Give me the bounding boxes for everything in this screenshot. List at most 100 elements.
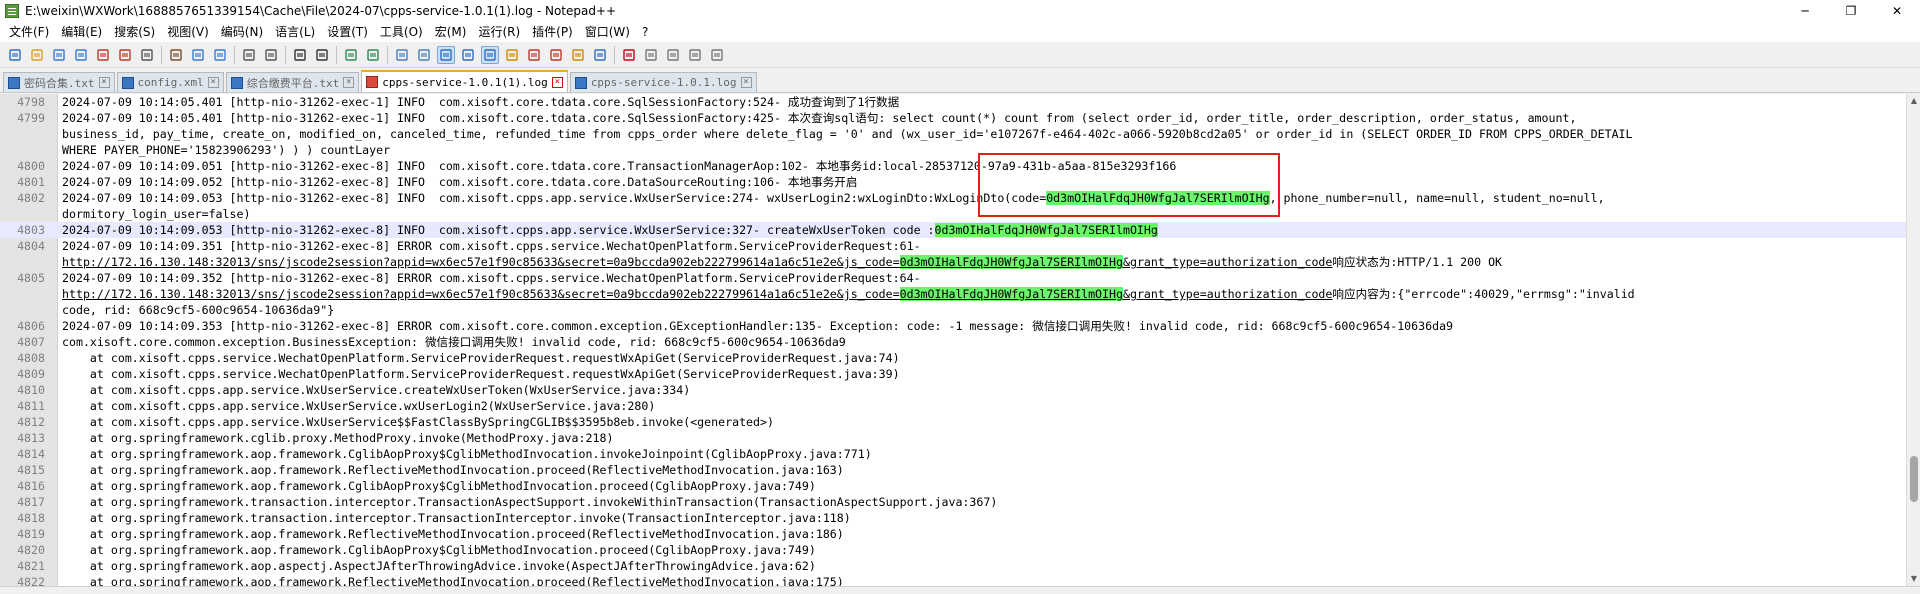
menu-item-10[interactable]: 插件(P) (526, 22, 579, 42)
record-macro-icon[interactable] (620, 46, 638, 64)
editor-line[interactable]: 4801 2024-07-09 10:14:09.052 [http-nio-31… (0, 174, 1906, 190)
tab-3[interactable]: cpps-service-1.0.1(1).log × (361, 70, 568, 92)
run-macro-multiple-icon[interactable] (686, 46, 704, 64)
find-icon[interactable] (291, 46, 309, 64)
scroll-down-icon[interactable]: ▼ (1907, 572, 1920, 586)
udl-icon[interactable] (503, 46, 521, 64)
sync-vertical-icon[interactable] (393, 46, 411, 64)
editor-line[interactable]: 4817 at org.springframework.transaction.… (0, 494, 1906, 510)
redo-icon[interactable] (262, 46, 280, 64)
editor-line[interactable]: 4798 2024-07-09 10:14:05.401 [http-nio-31… (0, 94, 1906, 110)
menu-item-4[interactable]: 编码(N) (215, 22, 269, 42)
editor-line[interactable]: 4818 at org.springframework.transaction.… (0, 510, 1906, 526)
doc-map-icon[interactable] (525, 46, 543, 64)
open-file-icon[interactable] (28, 46, 46, 64)
close-all-icon[interactable] (116, 46, 134, 64)
tab-close-icon[interactable]: × (207, 77, 219, 88)
scrollbar-thumb[interactable] (1910, 456, 1918, 502)
menu-item-3[interactable]: 视图(V) (161, 22, 215, 42)
window-controls: ─ ❐ ✕ (1782, 0, 1920, 22)
editor-line[interactable]: code, rid: 668c9cf5-600c9654-10636da9"} (0, 302, 1906, 318)
editor-line[interactable]: 4810 at com.xisoft.cpps.app.service.WxUs… (0, 382, 1906, 398)
folder-workspace-icon[interactable] (569, 46, 587, 64)
menu-item-8[interactable]: 宏(M) (429, 22, 473, 42)
editor-line[interactable]: 4803 2024-07-09 10:14:09.053 [http-nio-31… (0, 222, 1906, 238)
editor-line[interactable]: 4811 at com.xisoft.cpps.app.service.WxUs… (0, 398, 1906, 414)
editor-line[interactable]: 4815 at org.springframework.aop.framewor… (0, 462, 1906, 478)
undo-icon[interactable] (240, 46, 258, 64)
editor-line[interactable]: 4816 at org.springframework.aop.framewor… (0, 478, 1906, 494)
tab-0[interactable]: 密码合集.txt × (3, 72, 115, 92)
menu-item-0[interactable]: 文件(F) (3, 22, 55, 42)
editor-line[interactable]: 4821 at org.springframework.aop.aspectj.… (0, 558, 1906, 574)
menu-item-11[interactable]: 窗口(W) (579, 22, 636, 42)
save-macro-icon[interactable] (708, 46, 726, 64)
editor-line[interactable]: 4820 at org.springframework.aop.framewor… (0, 542, 1906, 558)
editor-line[interactable]: 4822 at org.springframework.aop.framewor… (0, 574, 1906, 586)
editor-line[interactable]: 4808 at com.xisoft.cpps.service.WechatOp… (0, 350, 1906, 366)
close-button[interactable]: ✕ (1874, 0, 1920, 22)
highlighted-code: 0d3mOIHalFdqJH0WfgJal7SERIlmOIHg (899, 287, 1123, 301)
tab-2[interactable]: 综合缴费平台.txt × (225, 72, 360, 92)
replace-icon[interactable] (313, 46, 331, 64)
tab-close-icon[interactable]: × (740, 77, 752, 88)
tab-close-icon[interactable]: × (98, 77, 110, 88)
tab-close-icon[interactable]: × (551, 76, 563, 88)
scroll-up-icon[interactable]: ▲ (1907, 94, 1920, 108)
cut-icon[interactable] (167, 46, 185, 64)
editor-line[interactable]: 4809 at com.xisoft.cpps.service.WechatOp… (0, 366, 1906, 382)
word-wrap-icon[interactable] (437, 45, 455, 64)
close-icon[interactable] (94, 46, 112, 64)
editor-line[interactable]: 4812 at com.xisoft.cpps.app.service.WxUs… (0, 414, 1906, 430)
editor-line[interactable]: dormitory_login_user=false) (0, 206, 1906, 222)
menu-item-9[interactable]: 运行(R) (472, 22, 526, 42)
monitoring-icon[interactable] (591, 46, 609, 64)
editor-line[interactable]: 4814 at org.springframework.aop.framewor… (0, 446, 1906, 462)
copy-icon[interactable] (189, 46, 207, 64)
sync-horizontal-icon[interactable] (415, 46, 433, 64)
play-macro-icon[interactable] (664, 46, 682, 64)
save-icon[interactable] (50, 46, 68, 64)
zoom-out-icon[interactable] (364, 46, 382, 64)
menu-item-1[interactable]: 编辑(E) (55, 22, 108, 42)
editor-line[interactable]: http://172.16.130.148:32013/sns/jscode2s… (0, 286, 1906, 302)
editor-line[interactable]: 4799 2024-07-09 10:14:05.401 [http-nio-31… (0, 110, 1906, 126)
line-text: 2024-07-09 10:14:09.352 [http-nio-31262-… (62, 270, 921, 286)
zoom-in-icon[interactable] (342, 46, 360, 64)
editor-line[interactable]: 4819 at org.springframework.aop.framewor… (0, 526, 1906, 542)
function-list-icon[interactable] (547, 46, 565, 64)
menu-item-6[interactable]: 设置(T) (321, 22, 374, 42)
editor-line[interactable]: 4813 at org.springframework.cglib.proxy.… (0, 430, 1906, 446)
maximize-button[interactable]: ❐ (1828, 0, 1874, 22)
editor-line[interactable]: WHERE PAYER_PHONE='15823906293') ) ) cou… (0, 142, 1906, 158)
menu-item-2[interactable]: 搜索(S) (108, 22, 161, 42)
editor-line[interactable]: 4805 2024-07-09 10:14:09.352 [http-nio-31… (0, 270, 1906, 286)
minimize-button[interactable]: ─ (1782, 0, 1828, 22)
editor-line[interactable]: 4806 2024-07-09 10:14:09.353 [http-nio-31… (0, 318, 1906, 334)
vertical-scrollbar[interactable]: ▲ ▼ (1906, 94, 1920, 586)
line-text: at com.xisoft.cpps.app.service.WxUserSer… (62, 414, 774, 430)
editor-line[interactable]: 4807 com.xisoft.core.common.exception.Bus… (0, 334, 1906, 350)
menu-item-7[interactable]: 工具(O) (374, 22, 429, 42)
tab-1[interactable]: config.xml × (116, 72, 224, 92)
editor-line[interactable]: 4804 2024-07-09 10:14:09.351 [http-nio-31… (0, 238, 1906, 254)
show-all-chars-icon[interactable] (459, 46, 477, 64)
save-all-icon[interactable] (72, 46, 90, 64)
menu-item-5[interactable]: 语言(L) (269, 22, 321, 42)
editor-line[interactable]: http://172.16.130.148:32013/sns/jscode2s… (0, 254, 1906, 270)
paste-icon[interactable] (211, 46, 229, 64)
stop-macro-icon[interactable] (642, 46, 660, 64)
menu-item-12[interactable]: ? (636, 22, 654, 42)
text-editor[interactable]: 4798 2024-07-09 10:14:05.401 [http-nio-31… (0, 94, 1906, 586)
indent-guide-icon[interactable] (481, 45, 499, 64)
horizontal-scrollbar[interactable] (0, 586, 1920, 594)
line-text: WHERE PAYER_PHONE='15823906293') ) ) cou… (62, 142, 390, 158)
print-icon[interactable] (138, 46, 156, 64)
line-number: 4807 (17, 335, 45, 349)
editor-line[interactable]: business_id, pay_time, create_on, modifi… (0, 126, 1906, 142)
tab-4[interactable]: cpps-service-1.0.1.log × (569, 72, 757, 92)
editor-line[interactable]: 4800 2024-07-09 10:14:09.051 [http-nio-31… (0, 158, 1906, 174)
new-file-icon[interactable] (6, 46, 24, 64)
editor-line[interactable]: 4802 2024-07-09 10:14:09.053 [http-nio-31… (0, 190, 1906, 206)
tab-close-icon[interactable]: × (343, 77, 355, 88)
